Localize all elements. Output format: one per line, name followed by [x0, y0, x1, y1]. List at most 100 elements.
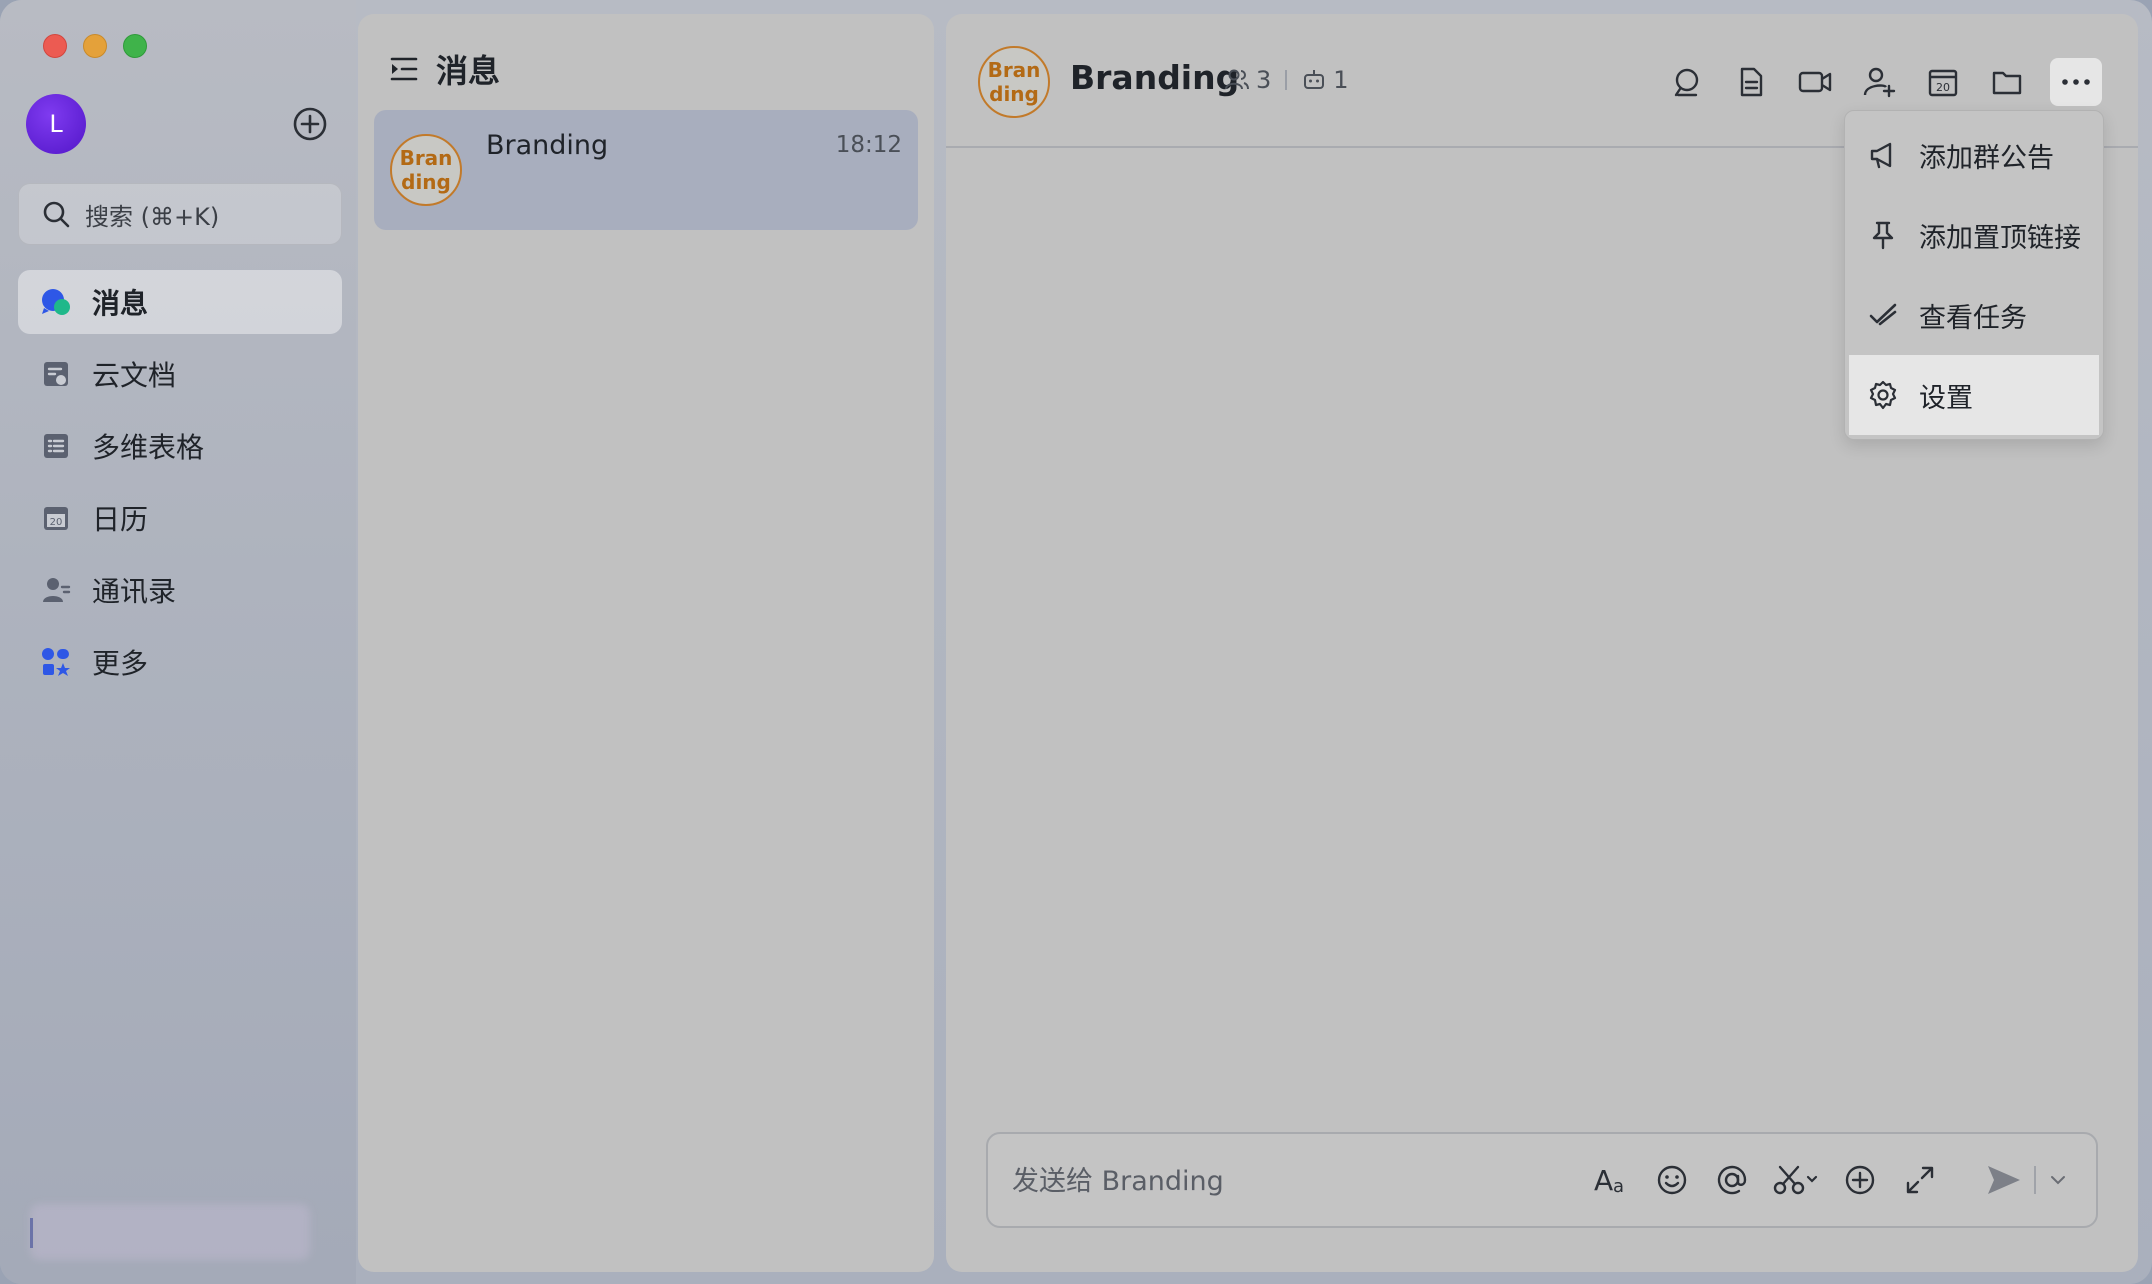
video-call-button[interactable]: [1794, 61, 1836, 103]
text-format-icon: A a: [1594, 1164, 1624, 1197]
status-indicator: [30, 1218, 33, 1248]
blurred-status: [30, 1204, 310, 1260]
message-input-box: A a: [986, 1132, 2098, 1228]
expand-editor-button[interactable]: [1898, 1158, 1942, 1202]
menu-item-label: 查看任务: [1919, 302, 2027, 334]
task-check-icon: [1867, 299, 1899, 331]
docs-button[interactable]: [1730, 61, 1772, 103]
base-table-icon: [40, 430, 72, 462]
calendar-icon: 20: [1928, 69, 1958, 97]
megaphone-icon: [1867, 139, 1899, 171]
scissors-icon: [1773, 1165, 1818, 1195]
member-count[interactable]: 3: [1256, 66, 1271, 94]
apps-icon: [40, 646, 72, 678]
minimize-window-button[interactable]: [83, 34, 107, 58]
chat-meta: 3 1: [1224, 66, 1349, 94]
meta-divider: [1285, 70, 1288, 90]
sidebar-item-base[interactable]: 多维表格: [18, 414, 342, 478]
screenshot-button[interactable]: [1770, 1158, 1822, 1202]
more-menu: 添加群公告 添加置顶链接 查看任务 设置: [1844, 110, 2104, 440]
conversation-list-panel: 消息 Bran ding Branding 18:12: [358, 14, 934, 1272]
more-icon: [2062, 79, 2090, 85]
emoji-button[interactable]: [1650, 1158, 1694, 1202]
sidebar-item-label: 通讯录: [92, 575, 177, 608]
add-member-icon: [1863, 67, 1896, 98]
pin-icon: [1867, 219, 1899, 251]
avatar-text-line1: Bran: [399, 146, 453, 170]
input-toolbar: A a: [1574, 1158, 2072, 1202]
cloud-doc-icon: [40, 358, 72, 390]
search-chat-button[interactable]: [1666, 61, 1708, 103]
sidebar-nav: 消息 云文档 多维表格 20 日历 通讯录 更多: [18, 270, 342, 702]
gear-icon: [1867, 379, 1899, 411]
sidebar-item-label: 更多: [92, 647, 149, 680]
menu-item-add-announcement[interactable]: 添加群公告: [1845, 115, 2103, 195]
svg-text:A: A: [1594, 1164, 1613, 1197]
text-format-button[interactable]: A a: [1590, 1158, 1634, 1202]
close-window-button[interactable]: [43, 34, 67, 58]
branding-avatar: Bran ding: [390, 134, 462, 206]
bot-icon: [1304, 70, 1325, 89]
sidebar-item-label: 云文档: [92, 359, 177, 392]
add-button[interactable]: [292, 106, 328, 142]
conversation-time: 18:12: [835, 132, 902, 158]
sidebar-item-more[interactable]: 更多: [18, 630, 342, 694]
chat-title[interactable]: Branding: [1070, 58, 1239, 97]
sidebar-item-label: 消息: [92, 287, 149, 320]
avatar-text-line2: ding: [401, 170, 451, 194]
calendar-button[interactable]: 20: [1922, 61, 1964, 103]
search-placeholder: 搜索 (⌘+K): [85, 202, 220, 231]
chat-avatar[interactable]: Bran ding: [978, 46, 1050, 118]
user-avatar-letter: L: [49, 110, 63, 138]
more-button[interactable]: [2050, 58, 2102, 106]
bot-count[interactable]: 1: [1333, 66, 1348, 94]
plus-circle-icon: [293, 107, 327, 141]
add-member-button[interactable]: [1858, 61, 1900, 103]
list-header: 消息: [388, 46, 500, 92]
conversation-item-branding[interactable]: Bran ding Branding 18:12: [374, 110, 918, 230]
sidebar-item-messages[interactable]: 消息: [18, 270, 342, 334]
folder-icon: [1992, 71, 2022, 95]
user-avatar[interactable]: L: [26, 94, 86, 154]
send-icon: [1988, 1166, 2020, 1194]
sidebar-item-label: 多维表格: [92, 431, 205, 464]
menu-item-label: 添加置顶链接: [1919, 222, 2081, 254]
menu-item-label: 设置: [1919, 382, 1973, 414]
emoji-icon: [1657, 1165, 1687, 1195]
add-attachment-button[interactable]: [1838, 1158, 1882, 1202]
send-options-button[interactable]: [2044, 1158, 2072, 1202]
avatar-text-line1: Bran: [987, 58, 1041, 82]
search-chat-icon: [1674, 68, 1699, 97]
document-icon: [1740, 67, 1763, 97]
calendar-icon: 20: [40, 502, 72, 534]
sidebar: L 搜索 (⌘+K) 消息 云文档 多维表格 20 日历 通讯录 更多: [0, 0, 356, 1284]
sidebar-item-label: 日历: [92, 503, 149, 536]
members-icon: [1225, 69, 1249, 90]
mention-button[interactable]: [1710, 1158, 1754, 1202]
menu-item-add-pinned-link[interactable]: 添加置顶链接: [1845, 195, 2103, 275]
sidebar-item-calendar[interactable]: 20 日历: [18, 486, 342, 550]
at-icon: [1717, 1165, 1747, 1195]
menu-item-view-tasks[interactable]: 查看任务: [1845, 275, 2103, 355]
svg-text:20: 20: [50, 517, 63, 528]
app-window: L 搜索 (⌘+K) 消息 云文档 多维表格 20 日历 通讯录 更多 消息 B…: [0, 0, 2152, 1284]
send-button[interactable]: [1982, 1158, 2026, 1202]
files-button[interactable]: [1986, 61, 2028, 103]
chevron-down-icon: [2051, 1176, 2065, 1185]
conversation-name: Branding: [486, 130, 609, 161]
contacts-icon: [40, 574, 72, 606]
sidebar-item-contacts[interactable]: 通讯录: [18, 558, 342, 622]
search-box[interactable]: 搜索 (⌘+K): [18, 183, 342, 245]
plus-circle-icon: [1845, 1165, 1875, 1195]
menu-item-settings[interactable]: 设置: [1849, 355, 2099, 435]
search-icon: [43, 201, 70, 228]
maximize-window-button[interactable]: [123, 34, 147, 58]
list-title: 消息: [436, 52, 501, 90]
collapse-list-icon[interactable]: [388, 53, 420, 85]
message-icon: [40, 286, 72, 318]
svg-text:20: 20: [1936, 81, 1950, 94]
chat-toolbar: 20: [1644, 58, 2102, 106]
sidebar-item-cloud-docs[interactable]: 云文档: [18, 342, 342, 406]
send-divider: [2034, 1166, 2036, 1194]
message-input[interactable]: [1012, 1158, 1532, 1204]
